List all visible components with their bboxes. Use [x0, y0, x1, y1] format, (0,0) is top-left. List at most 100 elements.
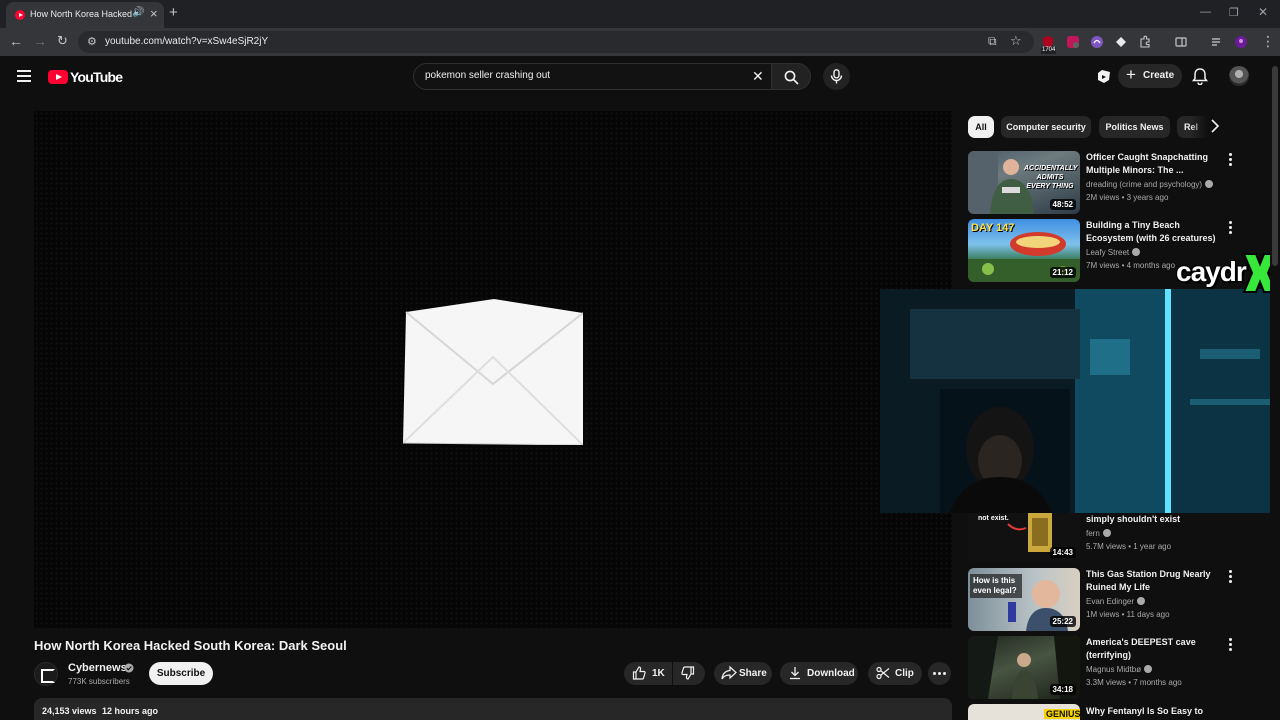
clear-search-icon[interactable]: ✕ — [752, 67, 764, 85]
clip-button[interactable]: Clip — [868, 662, 922, 685]
extension-red-icon[interactable] — [1066, 35, 1080, 49]
share-button[interactable]: Share — [714, 662, 772, 685]
chip-computer-security[interactable]: Computer security — [1001, 116, 1091, 138]
clip-label: Clip — [895, 668, 914, 679]
page-scrollbar[interactable] — [1270, 60, 1280, 720]
share-arrow-icon — [721, 666, 737, 680]
extensions-puzzle-icon[interactable] — [1138, 35, 1152, 49]
video-thumbnail[interactable]: 34:18 — [968, 636, 1080, 699]
voice-search-button[interactable] — [823, 63, 850, 90]
maximize-icon[interactable]: ❐ — [1229, 6, 1239, 19]
channel-avatar[interactable] — [34, 662, 58, 686]
thumbs-up-icon — [632, 666, 646, 680]
envelope-image — [403, 299, 583, 445]
recommendation-channel: Magnus Midtbø — [1086, 665, 1153, 674]
upload-video-icon[interactable] — [1096, 69, 1112, 84]
create-button[interactable]: + Create — [1118, 64, 1182, 88]
channel-name[interactable]: Cybernews — [68, 662, 127, 674]
more-options-icon[interactable] — [1229, 153, 1233, 167]
site-info-icon[interactable]: ⚙ — [87, 35, 97, 48]
scrollbar-thumb[interactable] — [1272, 66, 1278, 266]
notifications-bell-icon[interactable] — [1192, 67, 1208, 85]
share-label: Share — [739, 668, 767, 679]
like-count: 1K — [652, 668, 665, 679]
media-controls-icon[interactable] — [1210, 35, 1224, 49]
hamburger-menu-icon[interactable] — [14, 66, 34, 86]
channel-name: Evan Edinger — [1086, 597, 1135, 606]
back-icon[interactable]: ← — [9, 33, 23, 49]
side-panel-icon[interactable] — [1174, 35, 1188, 49]
recommendation-item[interactable]: 34:18 America's DEEPEST cave (terrifying… — [968, 636, 1258, 700]
recommendation-meta: 7M views • 4 months ago — [1086, 261, 1176, 270]
more-options-icon[interactable] — [1229, 638, 1233, 652]
view-count: 24,153 views — [42, 706, 97, 716]
recommendation-title[interactable]: simply shouldn't exist — [1086, 513, 1221, 526]
browser-menu-icon[interactable]: ⋮ — [1261, 33, 1275, 49]
more-actions-button[interactable] — [928, 662, 951, 685]
chip-all[interactable]: All — [968, 116, 994, 138]
recommendation-item[interactable]: GENIUS Why Fentanyl Is So Easy to — [968, 704, 1258, 720]
recommendation-channel: Evan Edinger — [1086, 597, 1146, 606]
video-player[interactable] — [34, 111, 952, 628]
search-icon — [784, 70, 799, 85]
chevron-right-icon[interactable] — [1210, 118, 1220, 134]
address-bar[interactable]: ⚙ youtube.com/watch?v=xSw4eSjR2jY ⧉ ☆ — [78, 31, 1034, 53]
video-thumbnail[interactable]: How is this even legal? 25:22 — [968, 568, 1080, 631]
recommendation-meta: 1M views • 11 days ago — [1086, 610, 1170, 619]
window-close-icon[interactable]: ✕ — [1258, 5, 1268, 19]
more-options-icon[interactable] — [1229, 221, 1233, 235]
search-input[interactable] — [425, 70, 745, 81]
profile-avatar-icon[interactable] — [1234, 35, 1248, 49]
bookmark-star-icon[interactable]: ☆ — [1010, 33, 1022, 49]
thumbnail-caption: ACCIDENTALLY ADMITS EVERY THING — [1024, 165, 1078, 190]
speaker-icon[interactable]: 🔊 — [132, 7, 144, 18]
recommendation-title[interactable]: Building a Tiny Beach Ecosystem (with 26… — [1086, 219, 1221, 245]
microphone-icon — [830, 69, 843, 84]
recommendation-title[interactable]: Officer Caught Snapchatting Multiple Min… — [1086, 151, 1221, 177]
verified-check-icon — [1144, 665, 1153, 673]
chip-politics-news[interactable]: Politics News — [1099, 116, 1170, 138]
download-label: Download — [807, 668, 855, 679]
new-tab-button[interactable]: + — [169, 5, 178, 21]
verified-check-icon — [124, 663, 134, 673]
video-thumbnail[interactable]: DAY 147 21:12 — [968, 219, 1080, 282]
recommendation-channel: Leafy Street — [1086, 248, 1141, 257]
like-button[interactable]: 1K — [624, 662, 672, 685]
browser-toolbar: ← → ↻ ⚙ youtube.com/watch?v=xSw4eSjR2jY … — [0, 28, 1280, 56]
youtube-logo-text: YouTube — [70, 69, 123, 85]
browser-tab-bar: How North Korea Hacked South Korea: Dark… — [0, 0, 1280, 28]
search-box: ✕ — [413, 63, 771, 90]
close-tab-icon[interactable]: × — [150, 6, 158, 22]
thumbnail-caption: GENIUS — [1044, 709, 1080, 719]
recommendation-title[interactable]: This Gas Station Drug Nearly Ruined My L… — [1086, 568, 1221, 594]
dislike-button[interactable] — [673, 662, 705, 685]
more-options-icon[interactable] — [1229, 570, 1233, 584]
forward-icon[interactable]: → — [33, 33, 47, 49]
youtube-logo[interactable]: YouTube — [48, 69, 123, 85]
recommendation-channel: dreading (crime and psychology) — [1086, 180, 1214, 189]
video-thumbnail[interactable]: ACCIDENTALLY ADMITS EVERY THING 48:52 — [968, 151, 1080, 214]
browser-tab[interactable]: How North Korea Hacked South Korea: Dark… — [6, 2, 164, 28]
install-app-icon[interactable]: ⧉ — [988, 34, 997, 49]
streamer-logo: caydr — [1172, 252, 1280, 296]
channel-name: Magnus Midtbø — [1086, 665, 1142, 674]
scissors-icon — [876, 666, 890, 680]
recommendation-item[interactable]: How is this even legal? 25:22 This Gas S… — [968, 568, 1258, 632]
minimize-icon[interactable]: — — [1200, 6, 1211, 18]
recommendation-item[interactable]: ACCIDENTALLY ADMITS EVERY THING 48:52 Of… — [968, 151, 1258, 215]
video-duration: 34:18 — [1049, 684, 1076, 695]
thumbnail-caption: not exist. — [978, 515, 1009, 522]
youtube-favicon-icon — [15, 10, 25, 20]
video-thumbnail[interactable]: GENIUS — [968, 704, 1080, 720]
recommendation-title[interactable]: America's DEEPEST cave (terrifying) — [1086, 636, 1221, 662]
extension-diamond-icon[interactable] — [1114, 35, 1128, 49]
video-title: How North Korea Hacked South Korea: Dark… — [34, 638, 347, 653]
extension-purple-icon[interactable] — [1090, 35, 1104, 49]
download-button[interactable]: Download — [780, 662, 858, 685]
reload-icon[interactable]: ↻ — [57, 33, 68, 49]
subscribe-button[interactable]: Subscribe — [149, 662, 213, 685]
recommendation-title[interactable]: Why Fentanyl Is So Easy to — [1086, 705, 1221, 718]
account-avatar[interactable] — [1229, 66, 1249, 86]
description-box[interactable]: 24,153 views 12 hours ago — [34, 698, 952, 720]
search-button[interactable] — [771, 63, 811, 90]
